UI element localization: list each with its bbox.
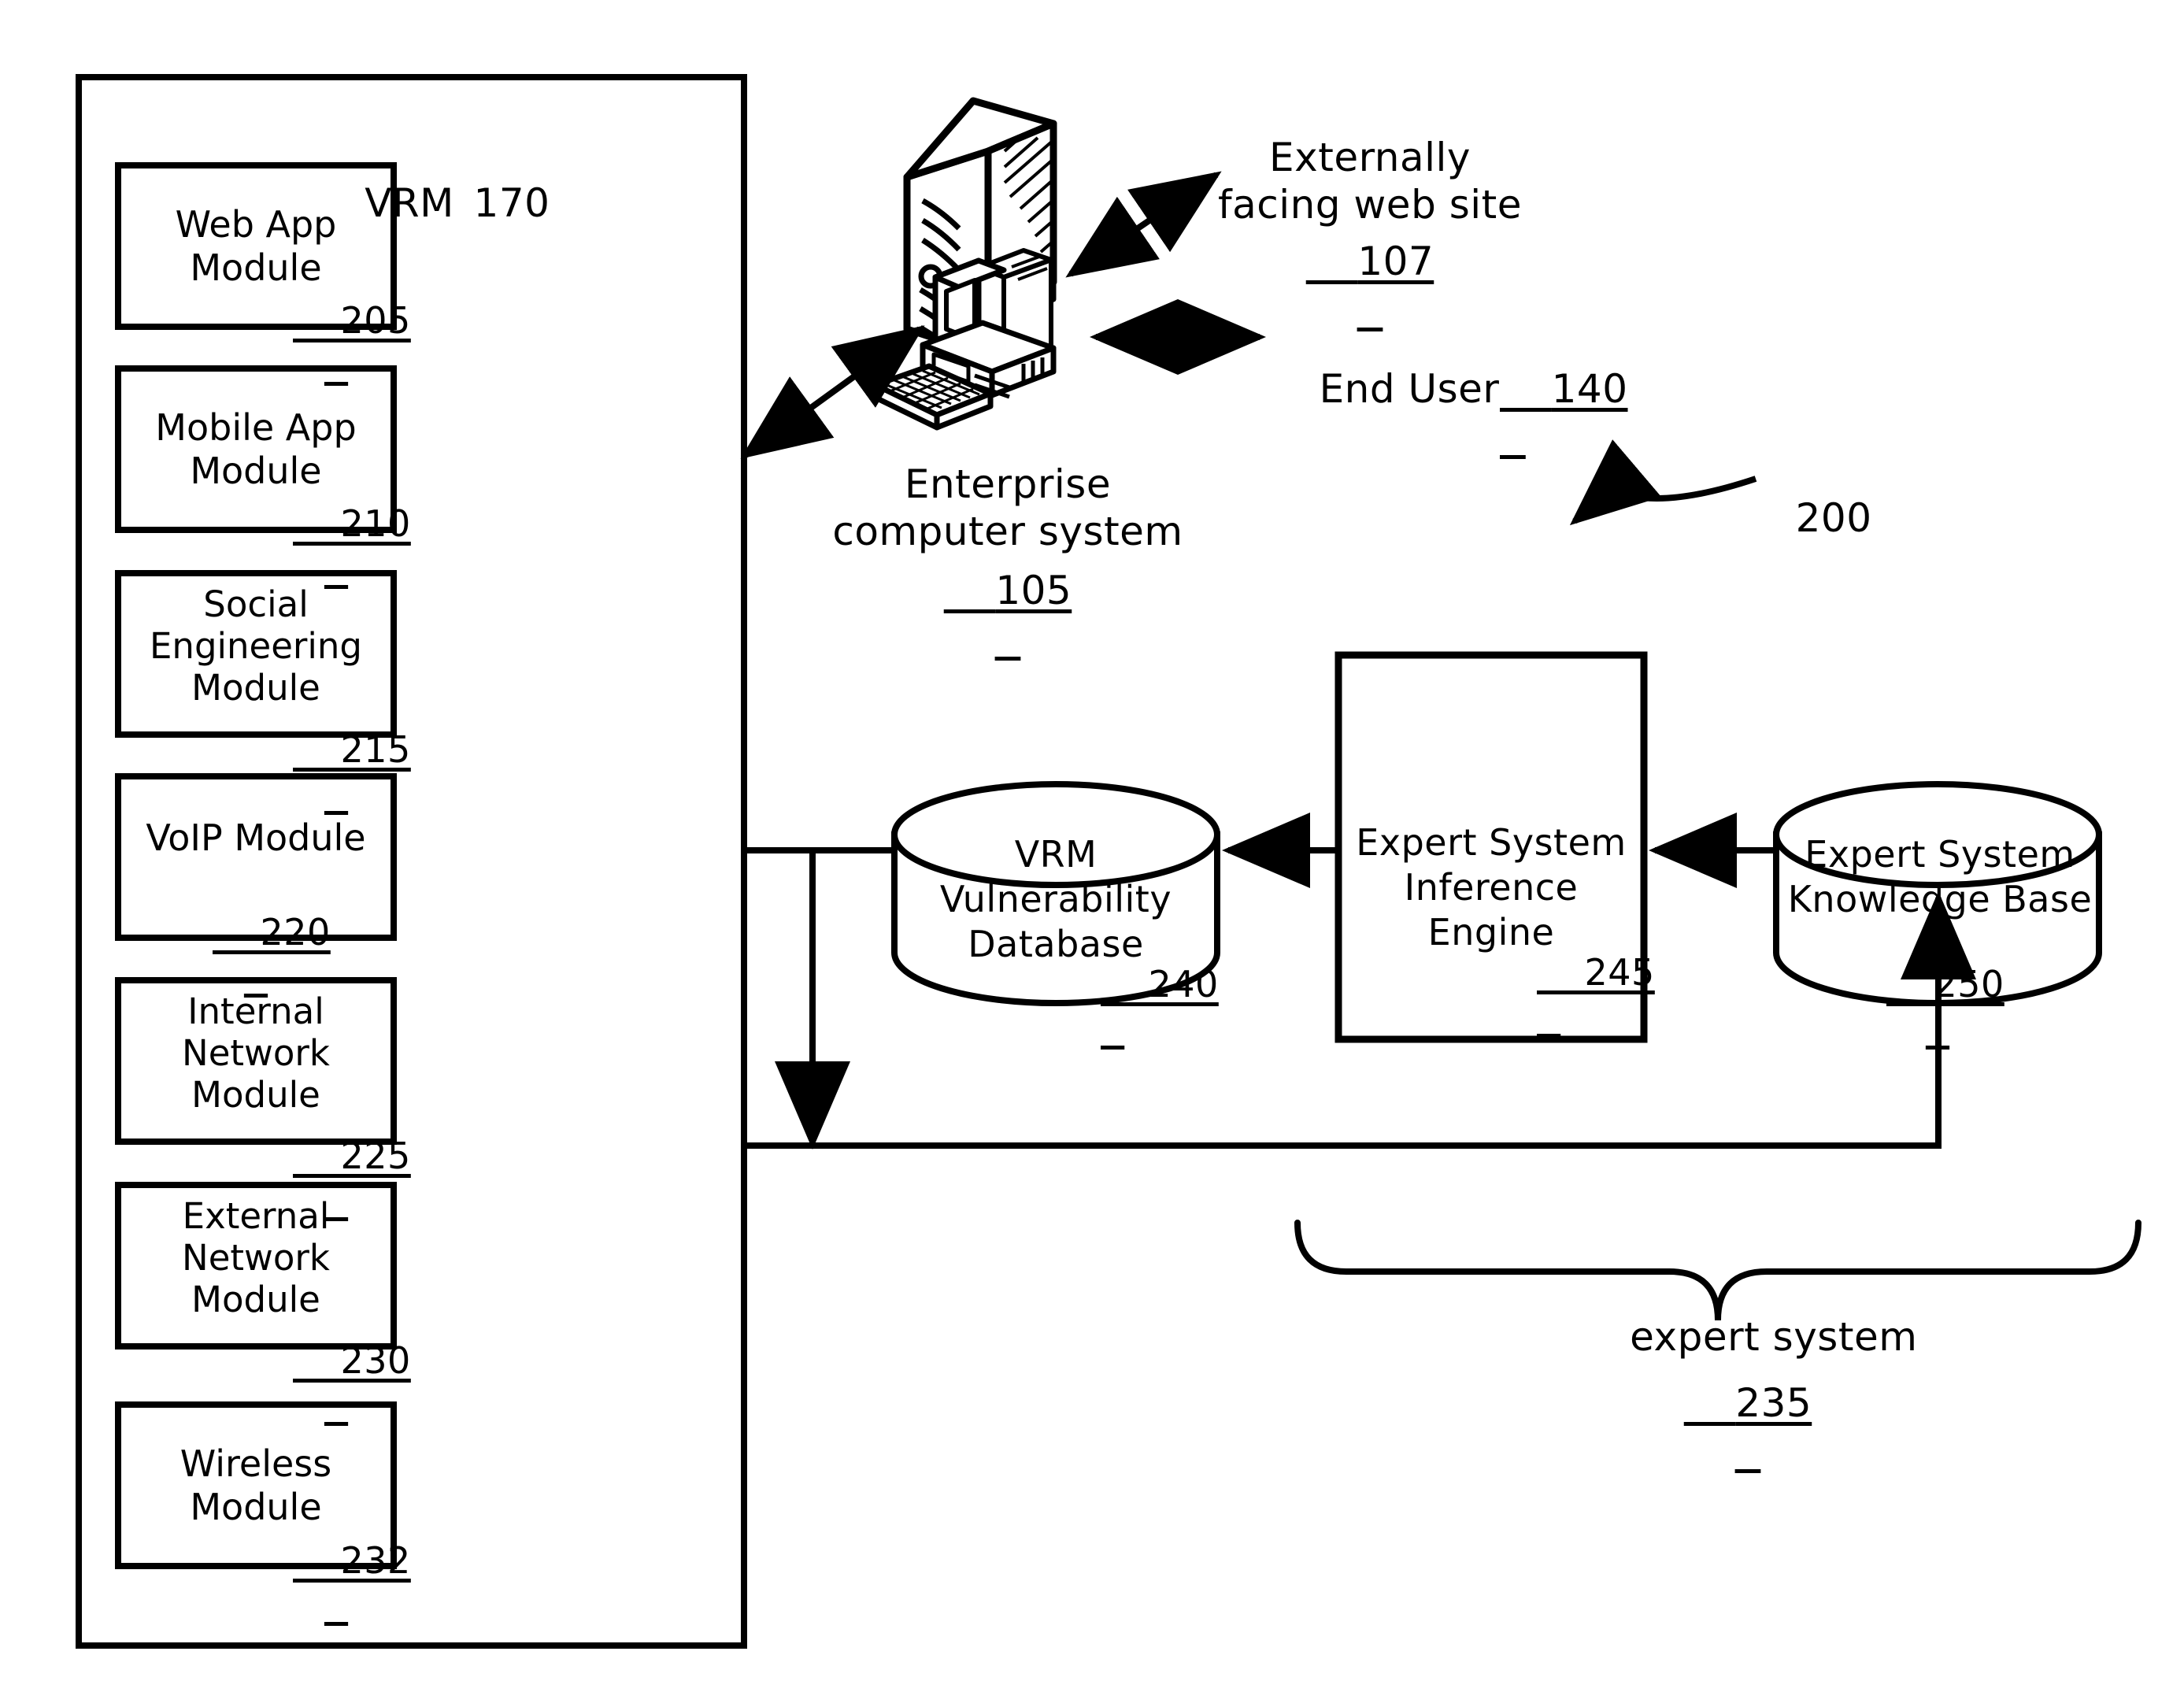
module-label-210: Mobile App Module: [118, 368, 394, 530]
module-name-225: Internal Network Module: [182, 990, 330, 1116]
module-label-215: Social Engineering Module: [118, 565, 394, 727]
enterprise-computer-illustration: [872, 97, 1057, 431]
expert-system-brace: [1294, 1220, 2141, 1321]
module-label-205: Web App Module: [118, 165, 394, 327]
engine-box: [1334, 651, 1648, 1043]
module-name-230: External Network Module: [182, 1194, 330, 1321]
module-name-210: Mobile App Module: [155, 406, 357, 492]
module-label-230: External Network Module: [118, 1177, 394, 1338]
connector-enterprise-to-website: [1065, 171, 1222, 278]
module-name-232: Wireless Module: [180, 1442, 332, 1528]
module-label-225: Internal Network Module: [118, 972, 394, 1134]
module-label-232: Wireless Module: [118, 1405, 394, 1566]
patent-figure-canvas: Enterprise computer --> Externally facin…: [0, 0, 2184, 1692]
module-name-215: Social Engineering Module: [150, 583, 362, 709]
module-name-205: Web App Module: [175, 203, 337, 289]
reference-leader-200: [1569, 439, 1757, 526]
module-name-220: VoIP Module: [146, 816, 366, 860]
module-label-220: VoIP Module: [118, 757, 394, 919]
vrmdb-cylinder: [891, 781, 1220, 1006]
